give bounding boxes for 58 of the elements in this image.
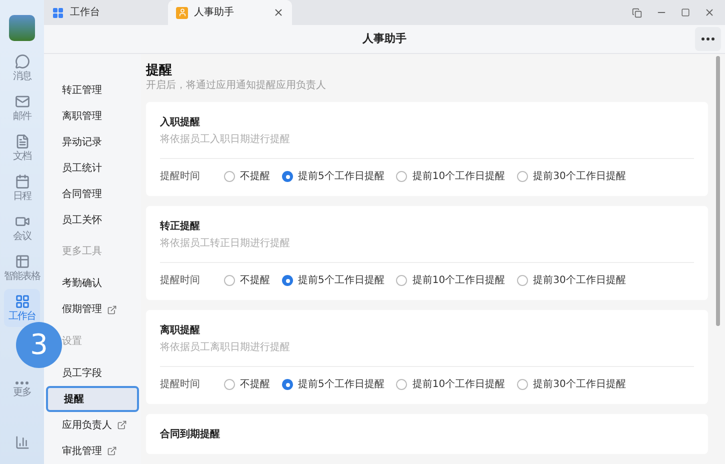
radio-option[interactable]: 提前5个工作日提醒 (282, 377, 384, 392)
tab[interactable]: 人事助手 (168, 0, 292, 25)
card-title: 转正提醒 (160, 220, 201, 234)
chat-bubble-icon (14, 54, 30, 68)
calendar-icon (14, 174, 30, 188)
card-description: 将依据员工离职日期进行提醒 (160, 342, 291, 354)
more-icon (701, 37, 715, 41)
nav-item[interactable]: 合同管理 (46, 181, 139, 208)
card-title: 合同到期提醒 (160, 428, 221, 442)
photo-placeholder[interactable] (9, 15, 35, 41)
grid-icon (14, 294, 30, 308)
nav-item[interactable]: 应用负责人 (46, 412, 139, 438)
radio-option[interactable]: 不提醒 (224, 169, 270, 184)
nav-item[interactable]: 提醒 (46, 386, 139, 412)
radio-option[interactable]: 不提醒 (224, 273, 270, 288)
more-icon (15, 381, 29, 385)
more-button[interactable] (695, 27, 721, 51)
close-icon[interactable] (704, 7, 715, 18)
nav-section-label: 设置 (61, 334, 83, 349)
scrollbar-thumb[interactable] (716, 56, 720, 326)
maximize-icon[interactable] (681, 8, 690, 17)
nav-section-label: 更多工具 (61, 245, 103, 259)
table-icon (14, 254, 30, 268)
radio-option[interactable]: 提前5个工作日提醒 (282, 273, 384, 288)
close-icon[interactable] (273, 7, 284, 18)
radio-option[interactable]: 不提醒 (224, 377, 270, 392)
mail-icon (14, 94, 30, 108)
card-title: 离职提醒 (160, 324, 201, 338)
radio-option[interactable]: 提前30个工作日提醒 (517, 273, 626, 288)
person-icon (176, 6, 188, 18)
page-subtitle: 开启后，将通过应用通知提醒应用负责人 (146, 79, 327, 92)
document-icon (14, 134, 30, 148)
bar-chart-icon (14, 435, 30, 450)
page-title: 提醒 (146, 62, 173, 79)
card-description: 将依据员工转正日期进行提醒 (160, 238, 291, 250)
card-title: 入职提醒 (160, 116, 201, 130)
field-label: 提醒时间 (160, 170, 201, 184)
radio-option[interactable]: 提前30个工作日提醒 (517, 169, 626, 184)
radio-option[interactable]: 提前30个工作日提醒 (517, 377, 626, 392)
restore-icon[interactable] (632, 8, 642, 18)
grid-icon (52, 6, 64, 18)
radio-option[interactable]: 提前10个工作日提醒 (396, 273, 506, 288)
radio-option[interactable]: 提前5个工作日提醒 (282, 169, 384, 184)
field-label: 提醒时间 (160, 274, 201, 288)
field-label: 提醒时间 (160, 378, 201, 392)
nav-item[interactable]: 转正管理 (46, 78, 139, 104)
nav-item[interactable]: 考勤确认 (46, 270, 139, 297)
nav-item[interactable]: 审批管理 (46, 438, 139, 464)
nav-item[interactable]: 员工关怀 (46, 207, 139, 233)
radio-option[interactable]: 提前10个工作日提醒 (396, 169, 506, 184)
nav-item[interactable]: 员工统计 (46, 155, 139, 182)
nav-item[interactable]: 异动记录 (46, 130, 139, 156)
nav-item[interactable]: 离职管理 (46, 104, 139, 130)
nav-item[interactable]: 假期管理 (46, 296, 139, 323)
tab[interactable]: 工作台 (44, 0, 168, 25)
card-description: 将依据员工入职日期进行提醒 (160, 134, 291, 146)
app-title: 人事助手 (362, 30, 406, 47)
radio-option[interactable]: 提前10个工作日提醒 (396, 377, 506, 392)
